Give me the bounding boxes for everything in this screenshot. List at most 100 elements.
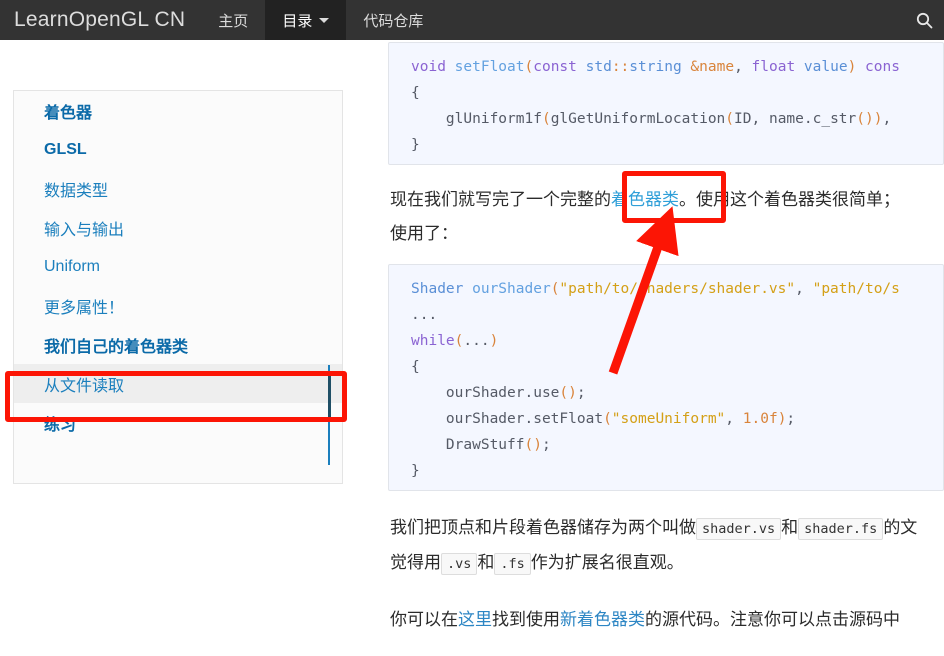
paragraph-text: 作为扩展名很直观。 [530,553,684,572]
code-token: ) [489,333,499,349]
sidebar-item-read-from-file[interactable]: 从文件读取 [14,364,342,403]
code-token: ; [541,437,551,453]
code-token: .c_str [803,111,857,127]
code-block-setfloat[interactable]: void setFloat(const std::string &name, f… [388,42,944,165]
code-token: ID [734,111,752,127]
sidebar-item-shaders[interactable]: 着色器 [14,91,342,130]
code-token: value [803,59,848,75]
code-token: "path/to/shaders/shader.vs" [559,281,796,297]
code-token: () [559,385,577,401]
code-block-usage[interactable]: Shader ourShader ("path/to/shaders/shader… [388,264,944,491]
nav-item-home[interactable]: 主页 [201,0,265,40]
sidebar-item-label: Uniform [44,257,101,275]
link-new-shader-class[interactable]: 新着色器类 [560,610,645,629]
code-token: { [411,359,420,375]
sidebar-item-label: 我们自己的着色器类 [44,338,189,356]
sidebar-active-indicator-dark [328,372,331,419]
code-token: 1.0f [742,411,778,427]
code-token: cons [856,59,900,75]
sidebar-item-label: 更多属性！ [44,299,125,317]
code-token: ) [847,59,857,75]
link-shader-class[interactable]: 着色器类 [611,190,679,209]
code-token: , [734,59,752,75]
nav-item-repository-label: 代码仓库 [363,12,424,30]
code-token: ... [463,333,490,349]
sidebar-item-label: 着色器 [44,104,93,122]
code-token: ourShader.setFloat [411,411,604,427]
paragraph-file-naming-line2: 觉得用 .vs 和 .fs 作为扩展名很直观。 [388,546,944,581]
code-token: , [725,411,743,427]
sidebar-item-our-own-shader-class[interactable]: 我们自己的着色器类 [14,325,342,364]
nav-item-contents-label: 目录 [282,12,313,30]
code-token: setFloat [454,59,525,75]
inline-code-shader-vs: shader.vs [696,518,782,540]
code-token: while [411,333,455,349]
paragraph-text: 使用了： [390,224,458,243]
code-token: () [524,437,542,453]
code-token: glGetUniformLocation [550,111,726,127]
sidebar-item-uniform[interactable]: Uniform [14,247,342,286]
sidebar-item-label: 数据类型 [44,182,109,200]
code-token: const [533,59,586,75]
paragraph-text: 。使用这个着色器类很简单； [679,190,900,209]
code-token: ; [576,385,586,401]
paragraph-text: 和 [477,553,495,572]
code-token: :: [611,59,630,75]
paragraph-shader-class-intro-line2: 使用了： [388,217,944,251]
code-token: { [411,85,420,101]
code-token: } [411,137,420,153]
paragraph-text: 我们把顶点和片段着色器储存为两个叫做 [390,518,696,537]
inline-code-shader-fs: shader.fs [798,518,884,540]
paragraph-shader-class-intro: 现在我们就写完了一个完整的着色器类。使用这个着色器类很简单； [388,183,944,217]
sidebar-item-more-attributes[interactable]: 更多属性！ [14,286,342,325]
sidebar-item-input-output[interactable]: 输入与输出 [14,208,342,247]
nav-item-repository[interactable]: 代码仓库 [346,0,440,40]
code-token: Shader [411,281,473,297]
sidebar-item-exercises[interactable]: 练习 [14,403,342,442]
top-navbar: LearnOpenGL CN 主页 目录 代码仓库 [0,0,944,40]
site-brand-logo[interactable]: LearnOpenGL CN [0,0,201,40]
paragraph-text: 找到使用 [492,610,560,629]
code-token: float [751,59,804,75]
code-token: ; [786,411,796,427]
nav-item-home-label: 主页 [218,12,249,30]
code-token: "path/to/s [812,281,900,297]
link-here[interactable]: 这里 [458,610,492,629]
inline-code-fs-ext: .fs [494,553,531,575]
paragraph-text: 的源代码。注意你可以点击源码中 [645,610,900,629]
paragraph-source-code-link: 你可以在这里找到使用新着色器类的源代码。注意你可以点击源码中 [388,603,944,637]
code-token: std [585,59,612,75]
paragraph-file-naming: 我们把顶点和片段着色器储存为两个叫做 shader.vs 和 shader.fs 的文 [388,511,944,546]
main-content: void setFloat(const std::string &name, f… [388,40,944,656]
code-token: ( [524,59,534,75]
paragraph-text: 的文 [883,518,918,537]
sidebar-item-label: 练习 [44,416,77,434]
navbar-spacer [440,0,904,40]
code-token: glUniform1f [411,111,542,127]
search-icon[interactable] [904,0,944,40]
code-token: DrawStuff [411,437,525,453]
sidebar-toc-panel: 着色器 GLSL 数据类型 输入与输出 Uniform 更多属性！ 我们自己的着… [13,90,343,484]
inline-code-vs-ext: .vs [441,553,478,575]
code-token: ourShader.use [411,385,560,401]
sidebar-list: 着色器 GLSL 数据类型 输入与输出 Uniform 更多属性！ 我们自己的着… [14,91,342,442]
code-token: , [795,281,813,297]
nav-item-contents[interactable]: 目录 [265,0,347,40]
code-token: , [882,111,900,127]
paragraph-text: 你可以在 [390,610,458,629]
sidebar-item-glsl[interactable]: GLSL [14,130,342,169]
sidebar-item-data-types[interactable]: 数据类型 [14,169,342,208]
code-token: name [768,111,804,127]
code-token: () [856,111,874,127]
paragraph-text: 和 [781,518,799,537]
code-token: } [411,463,420,479]
code-token: ( [541,111,551,127]
chevron-down-icon [319,17,330,23]
code-token: string [629,59,691,75]
sidebar-item-label: GLSL [44,140,87,158]
paragraph-text: 觉得用 [390,553,441,572]
paragraph-text: 现在我们就写完了一个完整的 [390,190,611,209]
code-token: void [411,59,455,75]
sidebar-item-label: 输入与输出 [44,221,125,239]
code-token: &name [690,59,735,75]
